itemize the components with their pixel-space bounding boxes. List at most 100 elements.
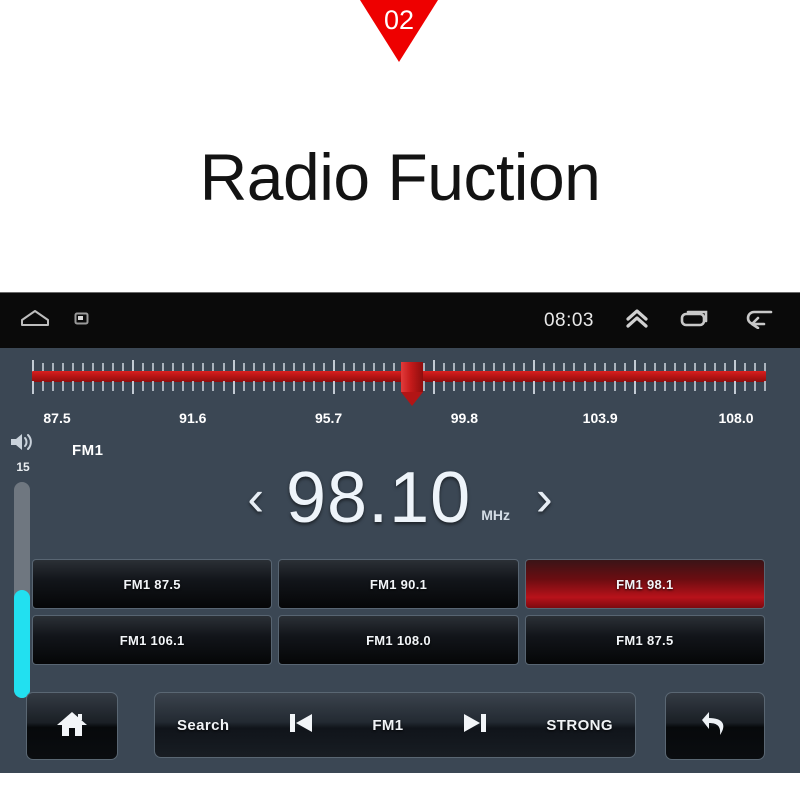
tuner-tick — [713, 381, 716, 391]
back-arrow-icon[interactable] — [742, 307, 774, 334]
volume-slider-track[interactable] — [14, 482, 30, 698]
tuner-tick — [673, 381, 676, 391]
tuner-tick — [372, 381, 375, 391]
tuner-tick — [182, 381, 185, 391]
tuner-tick — [513, 381, 516, 391]
tuner-tick — [312, 381, 315, 391]
tuner-tick — [282, 381, 285, 391]
preset-button[interactable]: FM1 87.5 — [32, 559, 273, 609]
tuner-tick — [413, 381, 416, 391]
home-icon — [55, 708, 89, 745]
tuner-tick — [753, 381, 756, 391]
preset-label: FM1 106.1 — [119, 632, 185, 648]
preset-label: FM1 98.1 — [616, 576, 674, 592]
tuner-scale-label: 95.7 — [314, 410, 343, 426]
tuner-tick — [453, 381, 456, 391]
preset-button[interactable]: FM1 108.0 — [278, 615, 519, 665]
tuner-tick — [392, 381, 395, 391]
tuner-tick — [222, 381, 225, 391]
tuner-tick — [42, 381, 45, 391]
tuner-tick — [533, 381, 536, 394]
preset-label: FM1 87.5 — [616, 632, 674, 648]
chevron-right-icon[interactable]: › — [536, 473, 553, 523]
tuner-tick — [252, 381, 255, 391]
skip-previous-icon[interactable] — [286, 709, 316, 742]
car-radio-screen: 08:03 87.5 91.6 95.7 99.8 103.9 108.0 15… — [0, 292, 800, 773]
frequency-tuner-scale[interactable] — [32, 360, 766, 408]
tuner-tick — [443, 381, 446, 391]
chevron-left-icon[interactable]: ‹ — [247, 473, 264, 523]
tuner-tick — [302, 381, 305, 391]
undo-arrow-icon — [698, 708, 732, 745]
tuner-tick — [613, 381, 616, 391]
tuner-tick — [232, 381, 235, 394]
page-title: Radio Fuction — [199, 140, 601, 214]
preset-label: FM1 90.1 — [369, 576, 428, 592]
tuner-tick — [72, 381, 75, 391]
tuner-tick — [202, 381, 205, 391]
tuner-scale-label: 91.6 — [179, 410, 207, 426]
tuner-tick — [122, 381, 125, 391]
preset-button[interactable]: FM1 98.1 — [524, 559, 765, 609]
recents-icon[interactable] — [680, 307, 712, 334]
preset-button[interactable]: FM1 87.5 — [524, 615, 765, 665]
status-bar-left-group — [20, 293, 89, 348]
tuner-tick — [483, 381, 486, 391]
tuner-tick — [172, 381, 175, 391]
screenshot-icon[interactable] — [74, 311, 89, 331]
band-button[interactable]: FM1 — [372, 717, 403, 734]
volume-slider-fill — [14, 590, 30, 698]
chevron-double-up-icon[interactable] — [624, 306, 650, 335]
tuner-tick — [322, 381, 325, 391]
preset-button[interactable]: FM1 90.1 — [278, 559, 519, 609]
section-number-badge: 02 — [360, 0, 438, 62]
tuner-tick — [292, 381, 295, 391]
preset-grid: FM1 87.5 FM1 90.1 FM1 98.1 FM1 106.1 FM1 108… — [32, 559, 765, 665]
tuner-tick — [563, 381, 566, 391]
speaker-volume-icon[interactable] — [8, 430, 38, 459]
bottom-toolbar: Search FM1 STRONG — [0, 684, 800, 773]
home-button[interactable] — [26, 692, 118, 760]
signal-strength-button[interactable]: STRONG — [546, 717, 613, 734]
badge-number-label: 02 — [383, 5, 415, 35]
tuner-tick — [423, 381, 426, 391]
radio-control-bar: Search FM1 STRONG — [154, 692, 636, 758]
tuner-scale-labels: 87.5 91.6 95.7 99.8 103.9 108.0 — [32, 410, 766, 430]
tuner-tick — [553, 381, 556, 391]
search-button[interactable]: Search — [177, 717, 229, 734]
frequency-value: 98.10 — [286, 457, 472, 538]
tuner-tick — [503, 381, 506, 391]
tuner-tick — [623, 381, 626, 391]
frequency-unit-label: MHz — [481, 507, 510, 523]
footer-whitespace — [0, 773, 800, 800]
tuner-tick — [543, 381, 546, 391]
tuner-tick — [733, 381, 736, 394]
preset-button[interactable]: FM1 106.1 — [32, 615, 273, 665]
tuner-tick — [743, 381, 746, 391]
home-outline-icon[interactable] — [20, 308, 50, 333]
tuner-tick — [633, 381, 636, 394]
tuner-tick — [192, 381, 195, 391]
tuner-tick — [242, 381, 245, 391]
current-band-label: FM1 — [72, 442, 104, 459]
back-button[interactable] — [665, 692, 765, 760]
preset-label: FM1 108.0 — [366, 632, 431, 648]
tuner-scale-label: 103.9 — [582, 410, 618, 426]
android-status-bar: 08:03 — [0, 292, 800, 348]
banner: 02 Radio Fuction — [0, 0, 800, 292]
tuner-tick — [723, 381, 726, 391]
tuner-tick — [332, 381, 335, 394]
tuner-tick — [663, 381, 666, 391]
tuner-tick — [583, 381, 586, 391]
frequency-display: ‹ 98.10 MHz › — [150, 450, 650, 545]
tuner-tick — [643, 381, 646, 391]
status-bar-clock: 08:03 — [543, 309, 594, 331]
tuner-tick — [112, 381, 115, 391]
tuner-tick — [92, 381, 95, 391]
tuner-tick — [764, 381, 766, 391]
tuner-tick — [342, 381, 345, 391]
skip-next-icon[interactable] — [460, 709, 490, 742]
tuner-tick — [102, 381, 105, 391]
tuner-tick — [653, 381, 656, 391]
tuner-tick — [523, 381, 526, 391]
